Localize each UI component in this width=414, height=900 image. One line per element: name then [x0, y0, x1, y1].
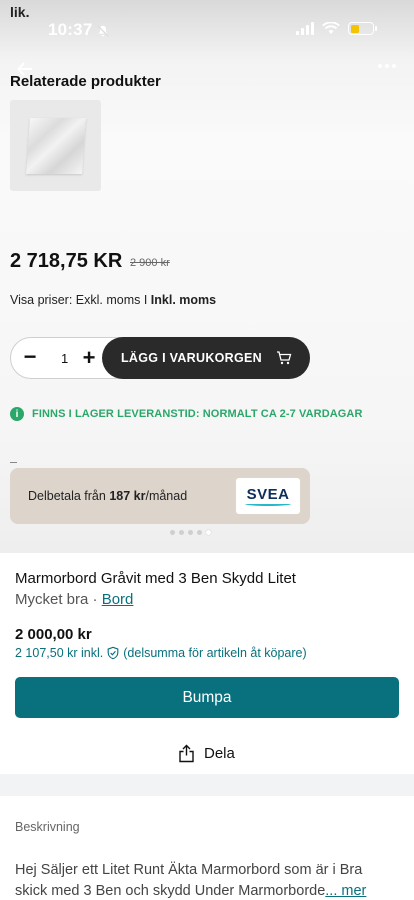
qty-minus-button: − — [23, 344, 37, 369]
condition-label: Mycket bra — [15, 591, 89, 608]
info-icon: i — [10, 407, 24, 421]
bell-slash-icon — [97, 25, 109, 37]
more-dots-icon[interactable] — [378, 64, 396, 68]
related-products-title: Relaterade produkter — [10, 73, 161, 90]
share-button[interactable]: Dela — [178, 743, 235, 763]
related-product-thumbnail — [10, 100, 101, 191]
installment-text: Delbetala från 187 kr/månad — [28, 489, 187, 503]
listing-title: Marmorbord Gråvit med 3 Ben Skydd Litet — [15, 570, 296, 587]
shield-check-icon — [107, 646, 119, 660]
description-line: skick med 3 Ben och skydd Under Marmorbo… — [15, 881, 403, 900]
listing-photo[interactable]: lik. 10:37 Relaterade produkter 2 718,75… — [0, 0, 414, 553]
qty-plus-button: + — [82, 345, 96, 370]
listing-meta: Mycket bra · Bord — [15, 591, 133, 608]
vat-toggle-row: Visa priser: Exkl. moms I Inkl. moms — [10, 293, 216, 307]
status-icons — [296, 22, 377, 35]
battery-icon — [348, 22, 377, 35]
status-time: 10:37 — [48, 20, 93, 39]
add-to-cart-label: LÄGG I VARUKORGEN — [121, 351, 262, 365]
listing-price: 2 000,00 kr — [15, 626, 92, 643]
description-line-text: skick med 3 Ben och skydd Under Marmorbo… — [15, 883, 326, 899]
qty-value: 1 — [61, 351, 69, 366]
description-text: Hej Säljer ett Litet Runt Äkta Marmorbor… — [15, 860, 403, 900]
cart-icon — [277, 351, 292, 365]
add-to-cart-button: LÄGG I VARUKORGEN — [102, 337, 310, 379]
price-incl: 2 107,50 kr inkl. — [15, 646, 104, 660]
cellular-signal-icon — [296, 22, 314, 35]
vat-incl-option: Inkl. moms — [150, 293, 217, 307]
installment-card: Delbetala från 187 kr/månad SVEA — [10, 468, 310, 524]
cropped-text: lik. — [10, 4, 30, 20]
description-heading: Beskrivning — [15, 820, 80, 834]
installment-prefix: Delbetala från — [28, 489, 106, 503]
svea-logo-text: SVEA — [246, 485, 290, 503]
installment-suffix: /månad — [145, 489, 188, 503]
carousel-indicator[interactable] — [170, 530, 211, 535]
meta-separator: · — [88, 591, 102, 608]
stock-text: FINNS I LAGER LEVERANSTID: NORMALT CA 2-… — [32, 408, 363, 420]
stock-status: i FINNS I LAGER LEVERANSTID: NORMALT CA … — [10, 407, 363, 421]
installment-amount: 187 kr — [109, 489, 146, 503]
section-divider — [0, 774, 414, 796]
read-more-link[interactable]: ... mer — [325, 883, 366, 899]
store-old-price: 2 900 kr — [130, 257, 170, 269]
store-price: 2 718,75 KR — [10, 250, 123, 272]
protection-note: (delsumma för artikeln åt köpare) — [123, 646, 307, 660]
share-icon — [179, 744, 194, 763]
vat-label: Visa priser: Exkl. moms I — [10, 293, 148, 307]
description-line: Hej Säljer ett Litet Runt Äkta Marmorbor… — [15, 862, 363, 878]
price-incl-protection[interactable]: 2 107,50 kr inkl. (delsumma för artikeln… — [15, 646, 307, 660]
divider — [10, 462, 17, 463]
share-label: Dela — [204, 744, 235, 762]
svea-logo: SVEA — [236, 478, 300, 514]
bump-button[interactable]: Bumpa — [15, 677, 399, 718]
category-link[interactable]: Bord — [102, 591, 134, 608]
wifi-icon — [322, 22, 340, 34]
